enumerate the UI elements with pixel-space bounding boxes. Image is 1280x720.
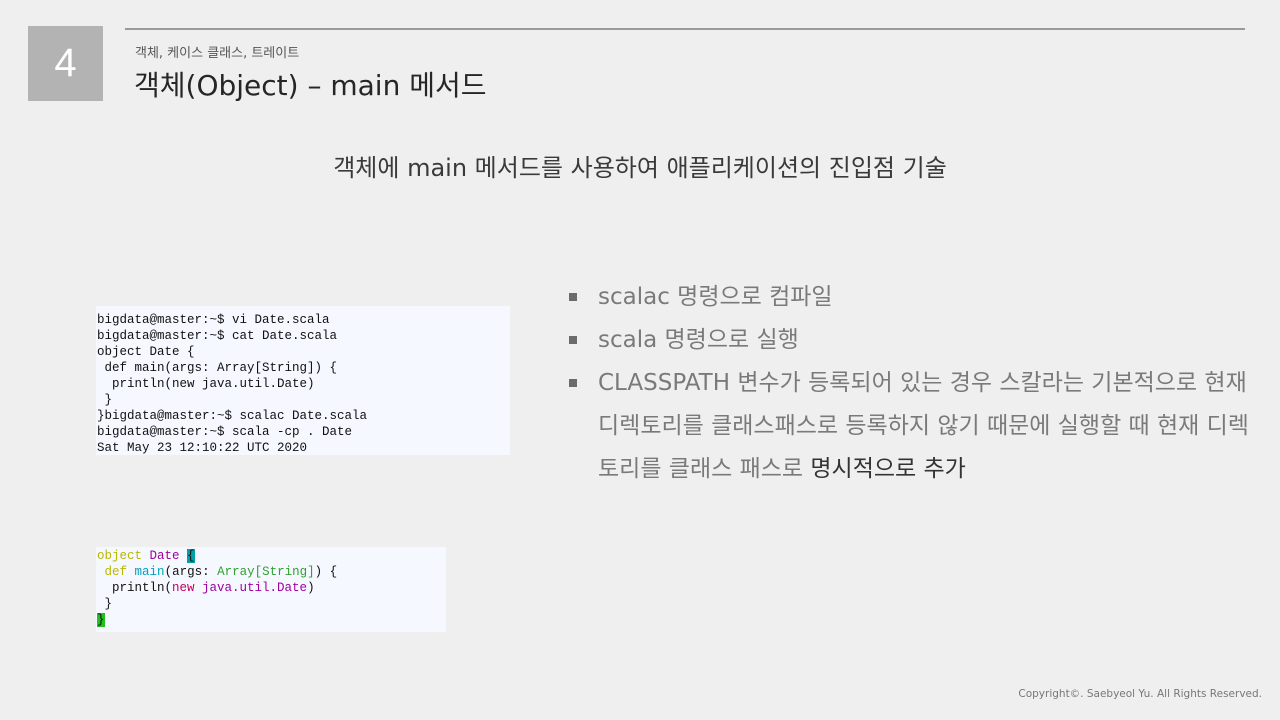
- class-ref-token: java.util.Date: [194, 581, 308, 595]
- terminal-line: Sat May 23 12:10:22 UTC 2020: [97, 441, 308, 455]
- punct-token: ): [307, 581, 315, 595]
- bullet-list: scalac 명령으로 컴파일 scala 명령으로 실행 CLASSPATH …: [568, 276, 1258, 491]
- code-line: object Date {: [97, 548, 446, 564]
- slide-subtitle: 객체에 main 메서드를 사용하여 애플리케이션의 진입점 기술: [333, 154, 947, 182]
- code-line: def main(args: Array[String]) {: [97, 564, 446, 580]
- println-token: println(: [97, 581, 173, 595]
- keyword-token: object: [97, 549, 143, 563]
- terminal-line: bigdata@master:~$ scala -cp . Date: [97, 425, 353, 439]
- args-token: (args:: [164, 565, 218, 579]
- terminal-line: object Date {: [97, 345, 195, 359]
- code-line: }: [97, 612, 446, 628]
- code-line: }: [97, 597, 113, 611]
- punct-token: ) {: [314, 565, 338, 579]
- header-rule: [125, 28, 1245, 30]
- bullet-item: scala 명령으로 실행: [568, 319, 1258, 362]
- indent-token: [97, 565, 105, 579]
- terminal-line: println(new java.util.Date): [97, 377, 315, 391]
- slide-number-badge: 4: [28, 26, 103, 101]
- copyright-footer: Copyright©. Saebyeol Yu. All Rights Rese…: [1018, 688, 1262, 700]
- code-line: println(new java.util.Date): [97, 580, 446, 596]
- terminal-session: bigdata@master:~$ vi Date.scala bigdata@m…: [96, 306, 510, 455]
- type-token: Array[String]: [217, 565, 315, 579]
- bullet-text: scala 명령으로 실행: [598, 327, 799, 353]
- bullet-emphasis: 명시적으로 추가: [810, 456, 966, 482]
- function-name-token: main: [134, 565, 165, 579]
- terminal-line: bigdata@master:~$ vi Date.scala: [97, 313, 330, 327]
- terminal-line: }bigdata@master:~$ scalac Date.scala: [97, 409, 368, 423]
- close-brace-highlight: }: [97, 613, 105, 627]
- section-kicker: 객체, 케이스 클래스, 트레이트: [135, 46, 300, 61]
- keyword-token: def: [104, 565, 128, 579]
- terminal-line: def main(args: Array[String]) {: [97, 361, 338, 375]
- bullet-item: scalac 명령으로 컴파일: [568, 276, 1258, 319]
- open-brace-highlight: {: [187, 549, 195, 563]
- bullet-item: CLASSPATH 변수가 등록되어 있는 경우 스칼라는 기본적으로 현재 디…: [568, 362, 1258, 491]
- bullet-text: scalac 명령으로 컴파일: [598, 284, 833, 310]
- new-keyword-token: new: [172, 581, 195, 595]
- class-name-token: Date: [142, 549, 188, 563]
- terminal-line: bigdata@master:~$ cat Date.scala: [97, 329, 338, 343]
- slide-title: 객체(Object) – main 메서드: [134, 69, 487, 102]
- terminal-line: }: [97, 393, 113, 407]
- code-editor-snippet: object Date { def main(args: Array[Strin…: [96, 547, 446, 632]
